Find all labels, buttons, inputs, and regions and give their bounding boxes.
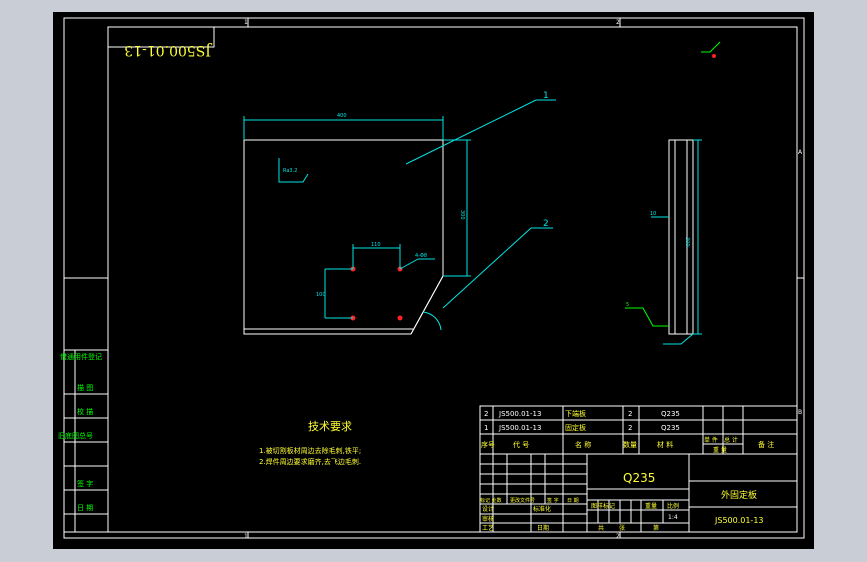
tb-scale: 1:4 xyxy=(668,514,678,521)
bom-h-total: 总 计 xyxy=(724,436,738,444)
tb-design: 设计 xyxy=(482,505,494,513)
tb-sheets: 共 xyxy=(598,524,604,532)
strip-item-2: 校 描 xyxy=(77,407,93,416)
tb-rev-0: 标记 处数 xyxy=(480,497,502,504)
tb-sheet: 张 xyxy=(619,524,625,532)
zone-bottom-2: 2 xyxy=(616,533,620,540)
strip-item-4: 签 字 xyxy=(77,479,93,488)
surface-finish: Ra3.2 xyxy=(283,168,297,174)
dim-hole-h: 110 xyxy=(371,242,381,248)
dim-top-width: 400 xyxy=(337,113,347,119)
tb-stage-mark: 图样标记 xyxy=(591,502,615,510)
bom-row-0-name: 下端板 xyxy=(565,409,586,418)
dim-side-thick: 10 xyxy=(650,211,656,217)
bom-h-name: 名 称 xyxy=(575,440,591,449)
bom-h-unit: 单 件 xyxy=(704,436,718,444)
tb-drawing-no: JS500.01-13 xyxy=(714,516,764,525)
bom-h-no: 序号 xyxy=(481,440,495,449)
dim-hole-dia: 4-Φ8 xyxy=(415,253,427,259)
weld-symbol-left: 5 xyxy=(626,302,629,308)
tb-material: Q235 xyxy=(623,471,655,485)
bom-row-1-qty: 2 xyxy=(628,424,632,432)
callout-1: 1 xyxy=(543,91,549,101)
tb-process: 工艺 xyxy=(482,524,494,532)
strip-item-1: 描 图 xyxy=(77,383,93,392)
leader-2 xyxy=(442,227,532,309)
bom-h-code: 代 号 xyxy=(513,440,529,449)
tb-rev-3: 日 期 xyxy=(567,498,579,504)
zone-right-b: B xyxy=(798,409,802,416)
zone-right-a: A xyxy=(798,149,803,156)
bom-h-material: 材 料 xyxy=(657,440,673,449)
tb-standard: 标准化 xyxy=(533,505,551,513)
tb-rev-1: 更改文件号 xyxy=(510,497,535,504)
leader-1 xyxy=(405,99,537,165)
left-strip xyxy=(63,277,109,533)
tb-check: 审核 xyxy=(482,515,494,523)
code-stamp-mirrored: JS500.01-13 xyxy=(124,42,213,58)
dim-side-height: 300 xyxy=(684,237,690,247)
bom-row-1-material: Q235 xyxy=(661,424,680,432)
zone-top-1: 1 xyxy=(244,19,248,26)
tech-line-1: 1.被切割板材周边去除毛刺,铁平; xyxy=(259,446,361,455)
bom-row-1-no: 1 xyxy=(484,424,488,432)
zone-bottom-1: 1 xyxy=(244,533,248,540)
bom-h-note: 备 注 xyxy=(758,440,774,449)
strip-item-5: 日 期 xyxy=(77,504,93,512)
tb-part-name: 外固定板 xyxy=(721,489,757,501)
inner-frame xyxy=(107,26,798,533)
callout-2: 2 xyxy=(543,219,549,229)
dim-right-height: 300 xyxy=(459,210,465,220)
tb-scale-label: 比例 xyxy=(667,502,679,510)
tb-date: 日期 xyxy=(537,524,549,532)
tb-rev-2: 签 字 xyxy=(547,497,559,504)
bom-h-weight: 重 量 xyxy=(713,446,727,454)
bom-row-0-no: 2 xyxy=(484,410,488,418)
tb-weight: 重量 xyxy=(645,502,657,510)
tb-sheet-no: 第 xyxy=(653,524,659,532)
strip-item-0: 借通用件登记 xyxy=(60,352,102,361)
main-plate-outline[interactable] xyxy=(243,139,444,335)
bom-h-qty: 数量 xyxy=(623,440,637,449)
tech-title: 技术要求 xyxy=(308,420,352,433)
bom-row-0-material: Q235 xyxy=(661,410,680,418)
hole-4 xyxy=(397,315,403,321)
bom-row-1-name: 固定板 xyxy=(565,423,586,432)
drawing-canvas: 1 2 1 2 A B JS500.01-13 400 300 Ra3.2 11… xyxy=(58,17,805,540)
zone-top-2: 2 xyxy=(616,19,620,26)
tech-line-2: 2.焊件周边要求磨齐,去飞边毛刺. xyxy=(259,457,361,466)
cad-viewport[interactable]: 1 2 1 2 A B JS500.01-13 400 300 Ra3.2 11… xyxy=(53,12,814,549)
bom-row-1-code: JS500.01-13 xyxy=(498,424,541,432)
bom-row-0-qty: 2 xyxy=(628,410,632,418)
bom-row-0-code: JS500.01-13 xyxy=(498,410,541,418)
strip-item-3: 旧底图总号 xyxy=(58,431,93,440)
dim-hole-v: 100 xyxy=(316,292,326,298)
